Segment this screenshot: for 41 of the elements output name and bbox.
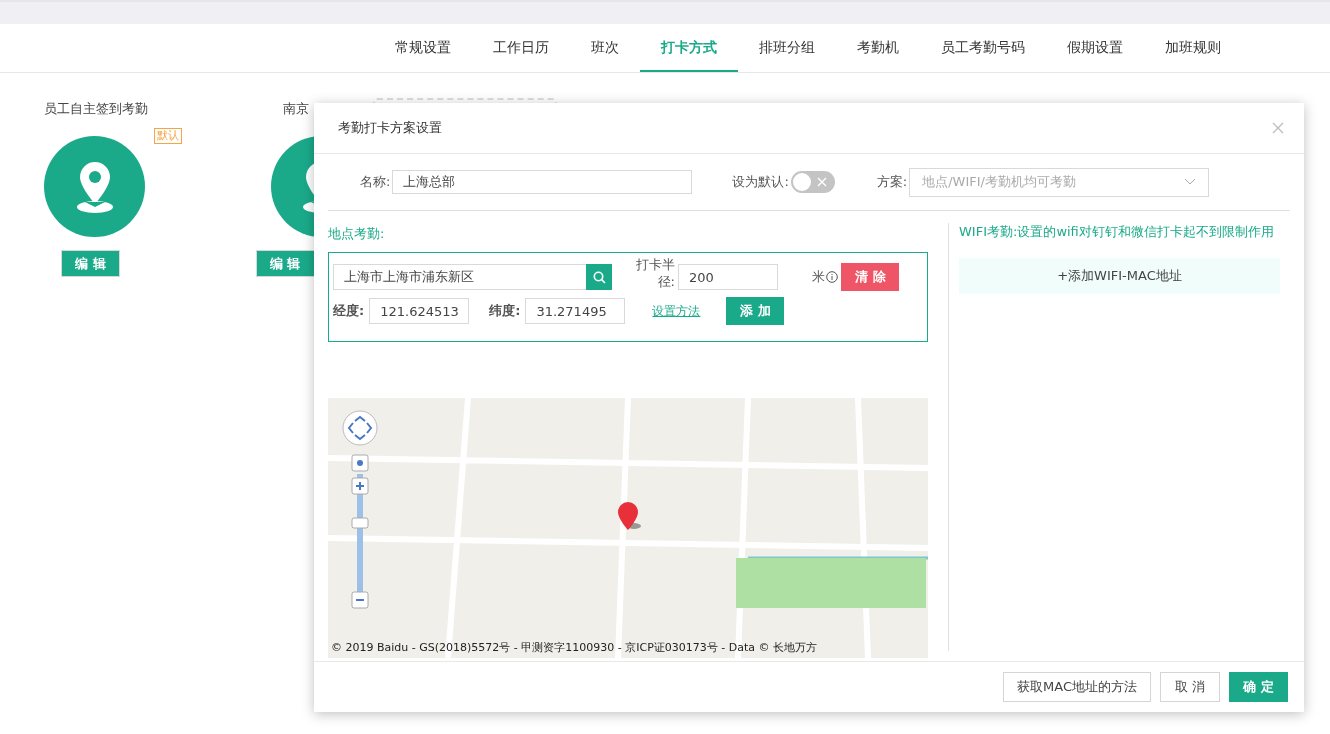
latitude-label: 纬度: bbox=[489, 302, 521, 320]
search-button[interactable] bbox=[586, 264, 612, 290]
default-badge: 默认 bbox=[154, 128, 182, 144]
plan-label: 方案: bbox=[876, 173, 908, 191]
radius-label: 打卡半径: bbox=[635, 256, 675, 290]
tab[interactable]: 加班规则 bbox=[1144, 24, 1242, 72]
add-wifi-button[interactable]: +添加WIFI-MAC地址 bbox=[959, 258, 1280, 294]
scheme-title: 员工自主签到考勤 bbox=[44, 100, 149, 118]
map-placeholder[interactable]: © 2019 Baidu - GS(2018)5572号 - 甲测资字1100930 - 京ICP证030173号 - Data © 长地万方 bbox=[328, 398, 928, 658]
longitude-label: 经度: bbox=[333, 302, 365, 320]
tab[interactable]: 工作日历 bbox=[472, 24, 570, 72]
map-marker-icon bbox=[618, 502, 642, 532]
default-toggle[interactable] bbox=[790, 171, 835, 193]
radius-field[interactable]: 200 bbox=[678, 264, 778, 290]
longitude-field[interactable]: 121.624513 bbox=[369, 298, 470, 324]
tab[interactable]: 假期设置 bbox=[1046, 24, 1144, 72]
tab[interactable]: 常规设置 bbox=[374, 24, 472, 72]
close-icon bbox=[816, 177, 827, 187]
tab[interactable]: 排班分组 bbox=[738, 24, 836, 72]
tab[interactable]: 班次 bbox=[570, 24, 640, 72]
dialog-title: 考勤打卡方案设置 bbox=[338, 119, 442, 137]
address-search-field[interactable]: 上海市上海市浦东新区 bbox=[333, 264, 586, 290]
info-icon bbox=[826, 271, 838, 283]
scheme-title: 南京 bbox=[283, 100, 309, 118]
tab[interactable]: 考勤机 bbox=[836, 24, 920, 72]
tab[interactable]: 员工考勤号码 bbox=[920, 24, 1046, 72]
chevron-down-icon bbox=[1184, 178, 1197, 186]
unit-label: 米 bbox=[812, 268, 825, 286]
map-copyright: © 2019 Baidu - GS(2018)5572号 - 甲测资字1100930 - 京ICP证030173号 - Data © 长地万方 bbox=[331, 640, 817, 655]
name-label: 名称: bbox=[360, 173, 391, 191]
name-field[interactable]: 上海总部 bbox=[392, 170, 693, 194]
latitude-field[interactable]: 31.271495 bbox=[525, 298, 626, 324]
close-icon[interactable] bbox=[1272, 122, 1284, 134]
mac-help-button[interactable]: 获取MAC地址的方法 bbox=[1003, 672, 1151, 702]
wifi-heading: WIFI考勤:设置的wifi对钉钉和微信打卡起不到限制作用 bbox=[959, 223, 1275, 241]
default-label: 设为默认: bbox=[732, 173, 789, 191]
map-pan-control-icon[interactable] bbox=[342, 410, 378, 446]
map-zoom-slider-icon[interactable] bbox=[351, 454, 369, 610]
location-heading: 地点考勤: bbox=[328, 225, 386, 243]
search-icon bbox=[592, 270, 606, 284]
cancel-button[interactable]: 取 消 bbox=[1160, 672, 1220, 702]
